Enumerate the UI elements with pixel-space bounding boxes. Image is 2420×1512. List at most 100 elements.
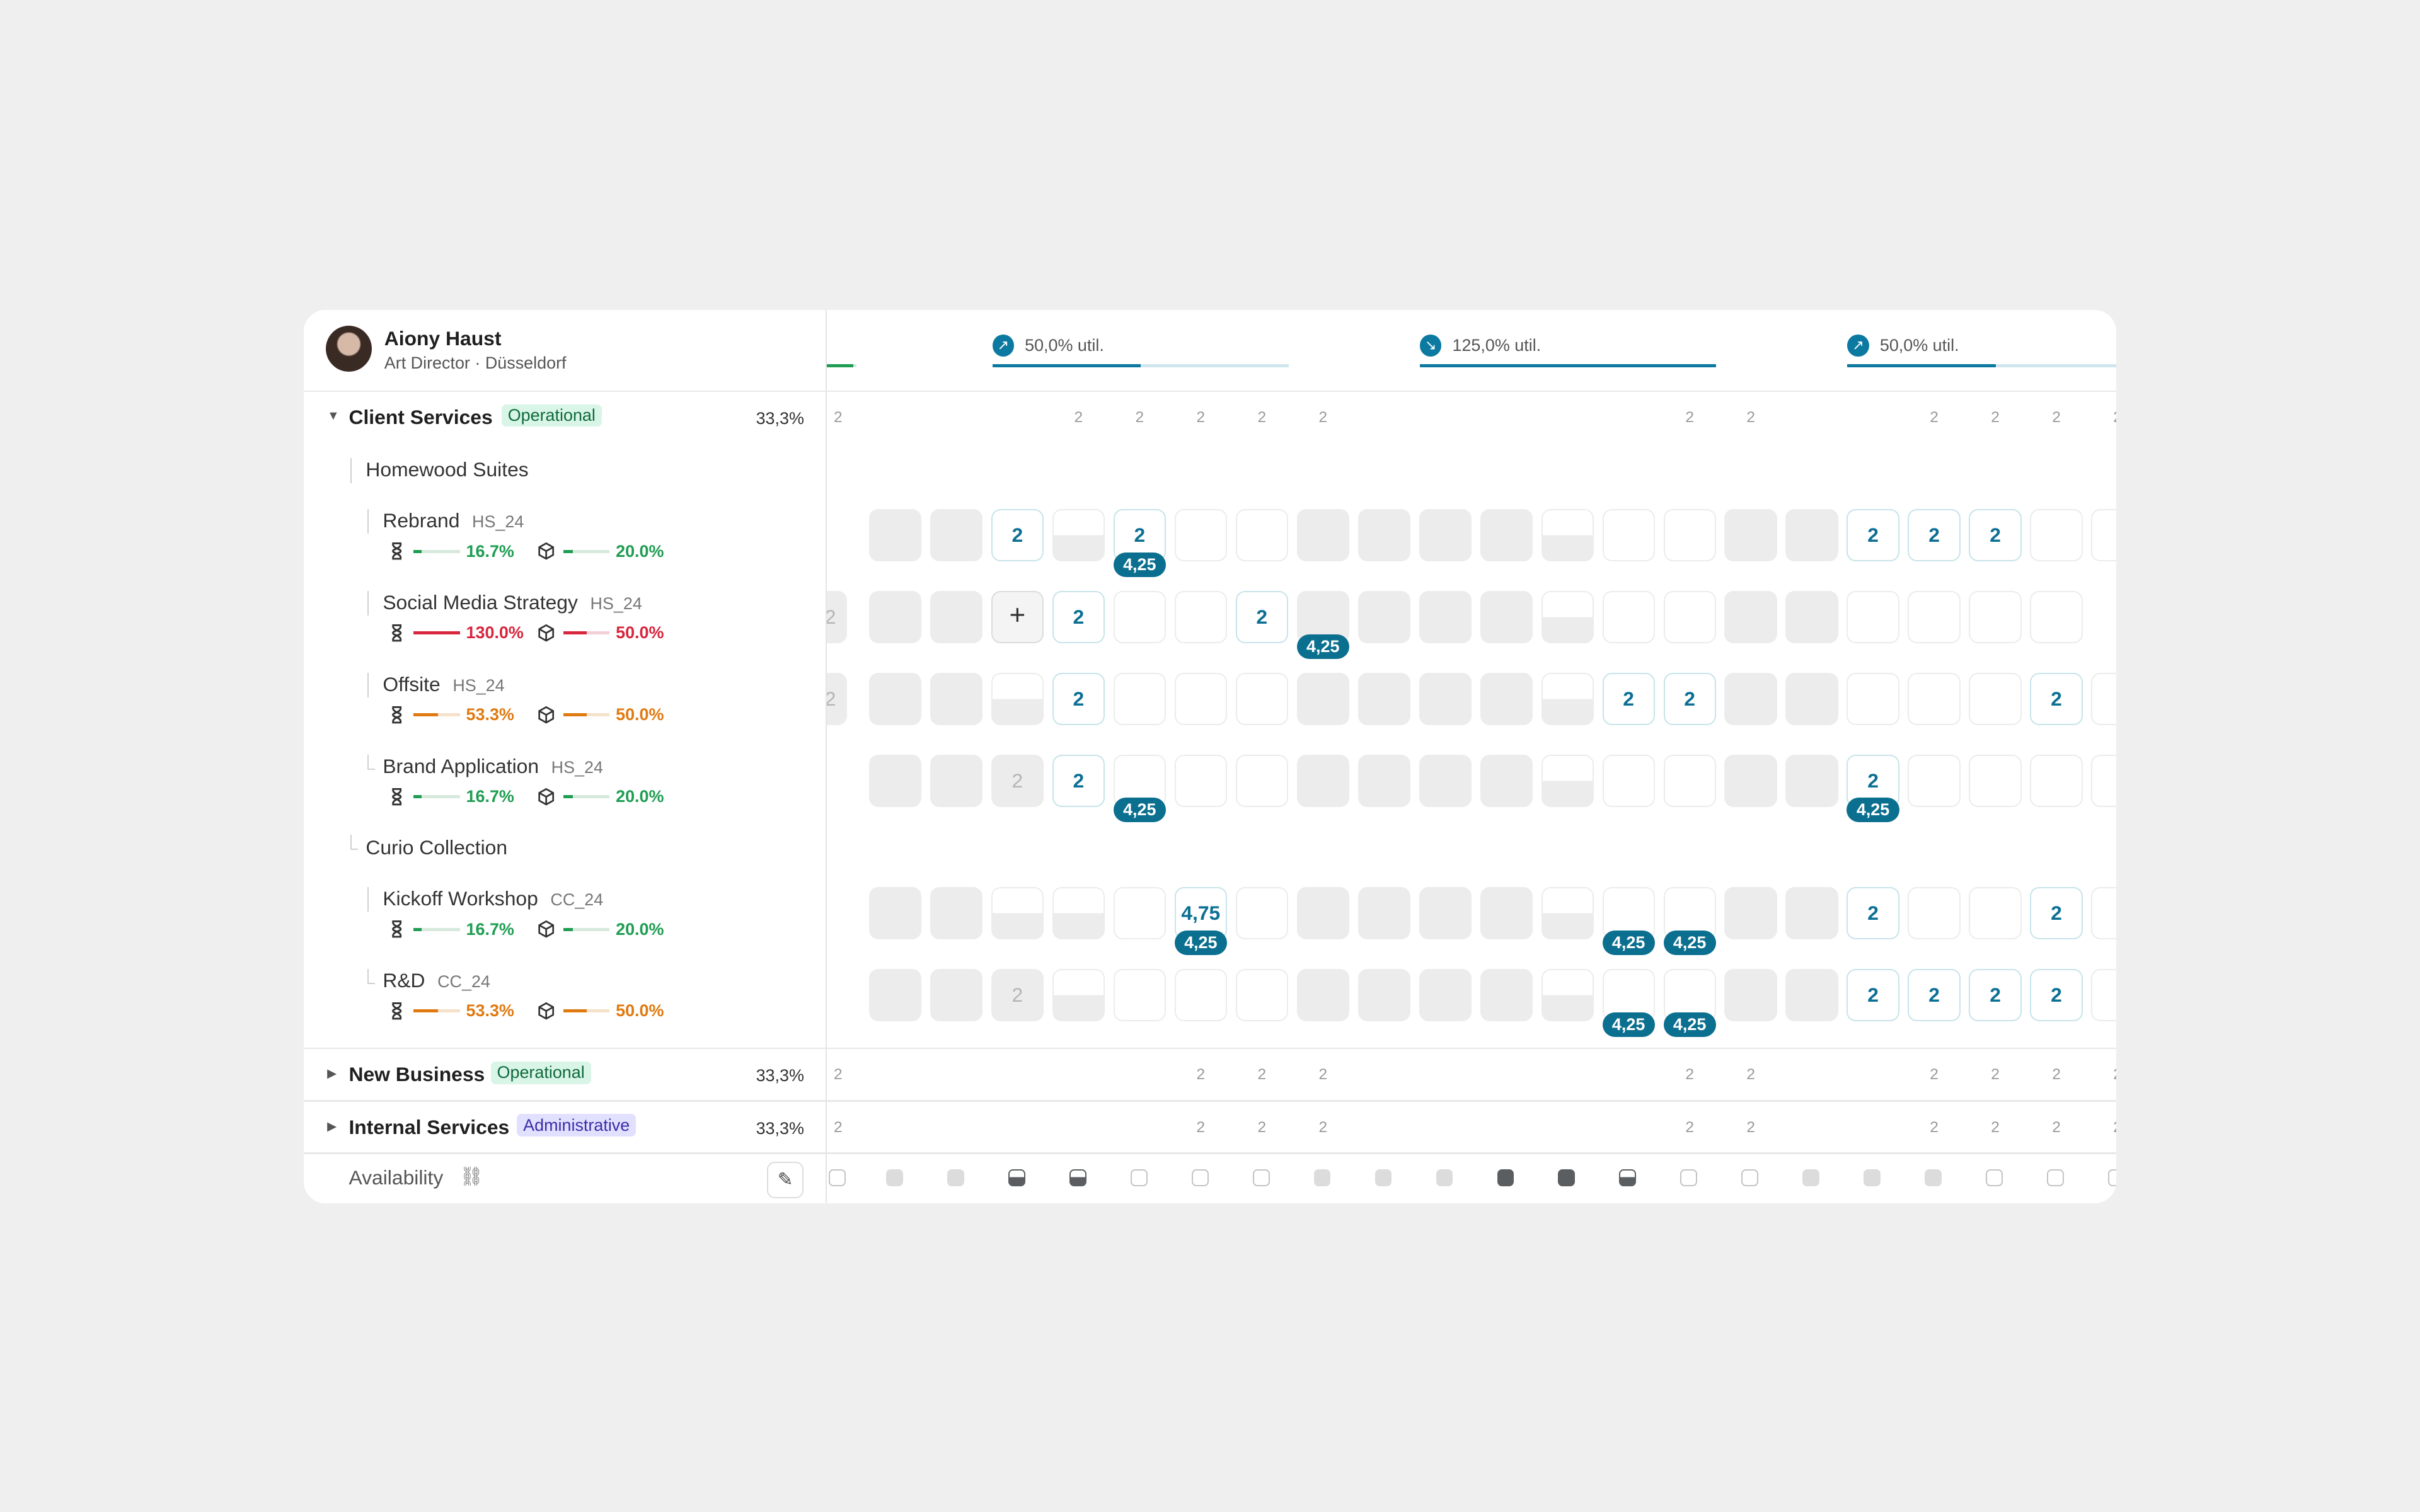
project-title[interactable]: Brand Application HS_24 xyxy=(383,755,603,778)
schedule-cell[interactable] xyxy=(1847,590,1899,644)
schedule-cell[interactable] xyxy=(1541,968,1594,1022)
group-title-new-business[interactable]: New Business xyxy=(349,1063,485,1086)
schedule-cell[interactable] xyxy=(991,672,1044,725)
signature-pen-icon[interactable]: ✎ xyxy=(767,1162,804,1198)
schedule-cell[interactable] xyxy=(1480,754,1533,807)
schedule-cell[interactable] xyxy=(2030,509,2083,562)
subgroup-title-homewood[interactable]: Homewood Suites xyxy=(366,458,528,481)
schedule-cell[interactable]: 2 xyxy=(1235,590,1288,644)
schedule-cell[interactable] xyxy=(868,590,922,644)
schedule-cell[interactable] xyxy=(1174,509,1227,562)
schedule-cell[interactable] xyxy=(1969,754,2022,807)
schedule-cell[interactable] xyxy=(930,754,982,807)
schedule-cell[interactable] xyxy=(2091,509,2116,562)
schedule-cell[interactable]: 2 xyxy=(1847,968,1899,1022)
schedule-cell[interactable] xyxy=(1785,968,1838,1022)
schedule-cell[interactable] xyxy=(1541,672,1594,725)
schedule-cell[interactable] xyxy=(1419,509,1472,562)
schedule-cell[interactable] xyxy=(930,672,982,725)
schedule-cell[interactable] xyxy=(1663,754,1716,807)
schedule-cell[interactable] xyxy=(991,887,1044,940)
schedule-cell[interactable] xyxy=(1480,509,1533,562)
hours-pill[interactable]: 4,25 xyxy=(1663,1012,1716,1037)
schedule-cell[interactable] xyxy=(1663,509,1716,562)
schedule-cell[interactable] xyxy=(1113,968,1166,1022)
schedule-cell[interactable] xyxy=(1785,754,1838,807)
schedule-cell[interactable] xyxy=(1113,887,1166,940)
schedule-cell[interactable]: 2 xyxy=(1052,754,1105,807)
schedule-cell[interactable] xyxy=(2091,968,2116,1022)
schedule-cell[interactable]: 2 xyxy=(991,509,1044,562)
schedule-cell[interactable] xyxy=(1113,672,1166,725)
hours-pill[interactable]: 4,25 xyxy=(1663,930,1716,955)
schedule-cell[interactable] xyxy=(1908,672,1961,725)
schedule-cell[interactable] xyxy=(1785,509,1838,562)
schedule-cell[interactable] xyxy=(1602,509,1655,562)
caret-down-icon[interactable]: ▼ xyxy=(327,409,339,423)
hours-pill[interactable]: 4,25 xyxy=(1602,930,1655,955)
schedule-cell[interactable] xyxy=(2091,672,2116,725)
add-entry-button[interactable]: + xyxy=(991,590,1044,644)
schedule-cell[interactable] xyxy=(1052,968,1105,1022)
schedule-cell[interactable] xyxy=(930,887,982,940)
schedule-cell[interactable]: 2 xyxy=(1602,672,1655,725)
schedule-cell[interactable] xyxy=(1480,887,1533,940)
schedule-cell[interactable] xyxy=(1052,509,1105,562)
hours-pill[interactable]: 4,25 xyxy=(1602,1012,1655,1037)
schedule-cell[interactable] xyxy=(1785,887,1838,940)
schedule-cell[interactable] xyxy=(1602,590,1655,644)
schedule-cell[interactable]: 2 xyxy=(1663,672,1716,725)
schedule-cell[interactable]: 2 xyxy=(1908,968,1961,1022)
schedule-cell[interactable]: 2 xyxy=(826,590,848,644)
avatar[interactable] xyxy=(325,325,372,372)
schedule-cell[interactable] xyxy=(1174,968,1227,1022)
group-title-client-services[interactable]: Client Services xyxy=(349,406,492,429)
schedule-cell[interactable] xyxy=(1296,672,1349,725)
link-icon[interactable]: ⛓ xyxy=(460,1166,483,1188)
schedule-cell[interactable] xyxy=(1235,509,1288,562)
schedule-cell[interactable] xyxy=(868,672,922,725)
schedule-cell[interactable]: 2 xyxy=(1969,509,2022,562)
hours-pill[interactable]: 4,25 xyxy=(1296,634,1349,659)
schedule-cell[interactable] xyxy=(1052,887,1105,940)
schedule-cell[interactable]: 2 xyxy=(2030,672,2083,725)
schedule-cell[interactable] xyxy=(1541,590,1594,644)
schedule-cell[interactable] xyxy=(1969,887,2022,940)
schedule-cell[interactable] xyxy=(1480,590,1533,644)
schedule-cell[interactable] xyxy=(1908,887,1961,940)
schedule-cell[interactable] xyxy=(1296,887,1349,940)
project-title[interactable]: Kickoff Workshop CC_24 xyxy=(383,887,603,910)
schedule-cell[interactable] xyxy=(868,754,922,807)
schedule-cell[interactable] xyxy=(1908,754,1961,807)
schedule-cell[interactable] xyxy=(1174,672,1227,725)
project-title[interactable]: R&D CC_24 xyxy=(383,969,490,992)
schedule-cell[interactable] xyxy=(1785,672,1838,725)
schedule-cell[interactable] xyxy=(1541,509,1594,562)
schedule-cell[interactable] xyxy=(1724,672,1777,725)
project-title[interactable]: Social Media Strategy HS_24 xyxy=(383,591,642,614)
schedule-cell[interactable] xyxy=(1724,754,1777,807)
schedule-cell[interactable] xyxy=(1357,590,1410,644)
schedule-cell[interactable] xyxy=(1724,887,1777,940)
schedule-cell[interactable] xyxy=(1235,672,1288,725)
schedule-cell[interactable] xyxy=(1724,509,1777,562)
schedule-cell[interactable]: 2 xyxy=(1052,590,1105,644)
group-title-internal-services[interactable]: Internal Services xyxy=(349,1116,509,1139)
schedule-cell[interactable] xyxy=(1296,509,1349,562)
schedule-cell[interactable] xyxy=(1908,590,1961,644)
schedule-cell[interactable] xyxy=(1419,968,1472,1022)
schedule-cell[interactable] xyxy=(2091,754,2116,807)
caret-right-icon[interactable]: ▶ xyxy=(327,1066,337,1081)
schedule-cell[interactable] xyxy=(1602,754,1655,807)
schedule-cell[interactable] xyxy=(1480,968,1533,1022)
caret-right-icon[interactable]: ▶ xyxy=(327,1119,337,1134)
schedule-cell[interactable] xyxy=(1785,590,1838,644)
schedule-cell[interactable] xyxy=(1357,754,1410,807)
schedule-cell[interactable] xyxy=(1969,672,2022,725)
schedule-cell[interactable] xyxy=(868,968,922,1022)
schedule-cell[interactable] xyxy=(1419,672,1472,725)
schedule-cell[interactable] xyxy=(1296,754,1349,807)
schedule-cell[interactable] xyxy=(1847,672,1899,725)
schedule-cell[interactable] xyxy=(1480,672,1533,725)
hours-pill[interactable]: 4,25 xyxy=(1174,930,1227,955)
